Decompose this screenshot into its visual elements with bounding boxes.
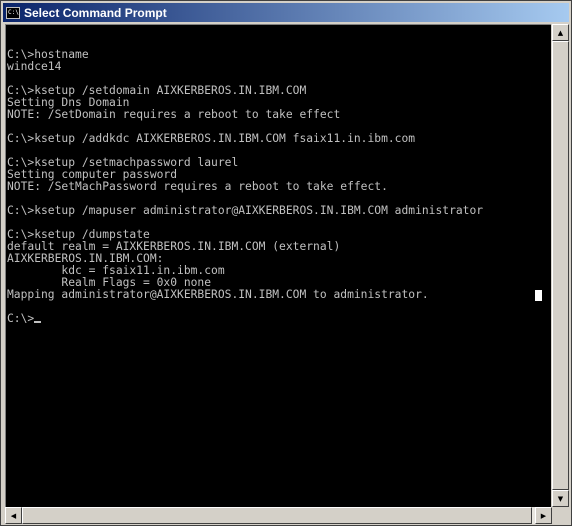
console-icon[interactable]: C:\ [6,6,20,19]
console-line: NOTE: /SetMachPassword requires a reboot… [7,180,388,193]
command-prompt-window: C:\ Select Command Prompt C:\>hostname wi… [0,0,572,526]
arrow-up-icon: ▲ [557,28,564,37]
horizontal-scroll-thumb[interactable] [22,507,532,524]
console-text: C:\>hostname windce14 C:\>ksetup /setdomai… [7,37,483,325]
window-title: Select Command Prompt [24,5,167,20]
console-line: NOTE: /SetDomain requires a reboot to ta… [7,108,341,121]
console-output[interactable]: C:\>hostname windce14 C:\>ksetup /setdomai… [5,24,551,507]
console-line: C:\>hostname [7,48,89,61]
vertical-scrollbar[interactable]: ▲ ▼ [552,24,569,507]
scroll-up-button[interactable]: ▲ [552,24,569,41]
console-line: Mapping administrator@AIXKERBEROS.IN.IBM… [7,288,429,301]
console-prompt: C:\> [7,312,35,325]
horizontal-scrollbar[interactable]: ◀ ▶ [5,507,552,524]
text-cursor [34,321,42,323]
console-prompt-line: C:\> [7,313,483,325]
scroll-right-button[interactable]: ▶ [535,507,552,524]
arrow-down-icon: ▼ [557,494,564,503]
title-bar[interactable]: C:\ Select Command Prompt [3,3,569,22]
mouse-selection-cursor [535,290,542,301]
arrow-left-icon: ◀ [10,511,17,520]
console-line: C:\>ksetup /mapuser administrator@AIXKER… [7,204,484,217]
console-line: windce14 [7,60,62,73]
arrow-right-icon: ▶ [540,511,547,520]
scroll-left-button[interactable]: ◀ [5,507,22,524]
console-line: C:\>ksetup /addkdc AIXKERBEROS.IN.IBM.CO… [7,132,416,145]
vertical-scroll-thumb[interactable] [552,41,569,490]
scrollbar-corner [552,507,569,524]
scroll-down-button[interactable]: ▼ [552,490,569,507]
